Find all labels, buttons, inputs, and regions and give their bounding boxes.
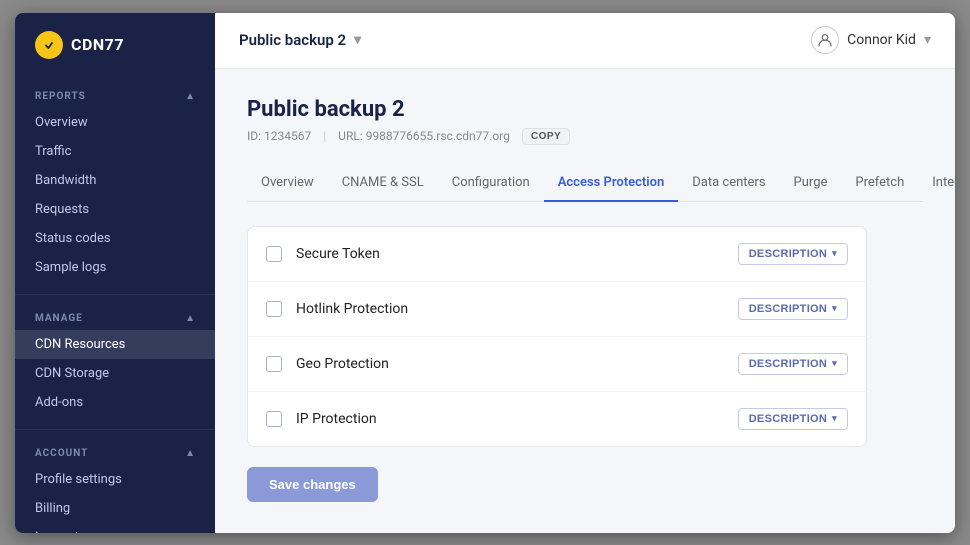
main-content: Public backup 2 ▾ Connor Kid ▾ Publ <box>215 13 955 533</box>
user-name: Connor Kid <box>847 32 916 48</box>
resource-meta: ID: 1234567 | URL: 9988776655.rsc.cdn77.… <box>247 128 923 145</box>
user-chevron-icon: ▾ <box>924 32 931 48</box>
topbar-resource-selector[interactable]: Public backup 2 ▾ <box>239 31 361 49</box>
resource-id: ID: 1234567 <box>247 129 311 143</box>
protection-row-geo: Geo Protection DESCRIPTION ▾ <box>248 337 866 392</box>
reports-section-header[interactable]: Reports ▲ <box>15 91 215 108</box>
account-section: Account ▲ Profile settings Billing Log o… <box>15 434 215 533</box>
sidebar-logo[interactable]: CDN77 <box>15 13 215 77</box>
resource-url: URL: 9988776655.rsc.cdn77.org <box>338 129 510 143</box>
tab-data-centers[interactable]: Data centers <box>678 165 779 202</box>
logo-text: CDN77 <box>71 35 124 54</box>
tab-configuration[interactable]: Configuration <box>438 165 544 202</box>
bandwidth-label: Bandwidth <box>35 173 96 188</box>
sidebar-item-status-codes[interactable]: Status codes <box>15 224 215 253</box>
user-avatar-icon <box>811 26 839 54</box>
tab-prefetch[interactable]: Prefetch <box>841 165 918 202</box>
manage-section-title: Manage <box>35 313 83 324</box>
tab-purge[interactable]: Purge <box>780 165 842 202</box>
tab-integration[interactable]: Integration <box>918 165 955 202</box>
logout-icon: ↪ <box>83 531 92 533</box>
protection-row-secure-token: Secure Token DESCRIPTION ▾ <box>248 227 866 282</box>
manage-section: Manage ▲ CDN Resources CDN Storage Add-o… <box>15 299 215 425</box>
profile-settings-label: Profile settings <box>35 472 122 487</box>
sidebar-item-logout[interactable]: Log out ↪ <box>15 523 215 533</box>
topbar: Public backup 2 ▾ Connor Kid ▾ <box>215 13 955 69</box>
account-chevron-icon: ▲ <box>185 448 195 459</box>
protection-row-ip: IP Protection DESCRIPTION ▾ <box>248 392 866 446</box>
sidebar-item-cdn-storage[interactable]: CDN Storage <box>15 359 215 388</box>
ip-description-button[interactable]: DESCRIPTION ▾ <box>738 408 848 430</box>
sample-logs-label: Sample logs <box>35 260 106 275</box>
sidebar-divider-2 <box>15 429 215 430</box>
tab-access-protection[interactable]: Access Protection <box>544 165 679 202</box>
geo-protection-name: Geo Protection <box>296 356 738 372</box>
meta-separator-1: | <box>323 129 326 143</box>
hotlink-protection-checkbox[interactable] <box>266 301 282 317</box>
copy-url-button[interactable]: COPY <box>522 128 570 145</box>
protection-row-hotlink: Hotlink Protection DESCRIPTION ▾ <box>248 282 866 337</box>
topbar-resource-name: Public backup 2 <box>239 31 346 49</box>
page-tabs: Overview CNAME & SSL Configuration Acces… <box>247 165 923 202</box>
tab-cname-ssl[interactable]: CNAME & SSL <box>328 165 438 202</box>
reports-chevron-icon: ▲ <box>185 91 195 102</box>
sidebar-divider-1 <box>15 294 215 295</box>
topbar-user-menu[interactable]: Connor Kid ▾ <box>811 26 931 54</box>
save-changes-button[interactable]: Save changes <box>247 467 378 502</box>
account-section-title: Account <box>35 448 88 459</box>
addons-label: Add-ons <box>35 395 83 410</box>
hotlink-protection-name: Hotlink Protection <box>296 301 738 317</box>
sidebar-item-profile-settings[interactable]: Profile settings <box>15 465 215 494</box>
protection-list: Secure Token DESCRIPTION ▾ Hotlink Prote… <box>247 226 867 447</box>
reports-section: Reports ▲ Overview Traffic Bandwidth Req… <box>15 77 215 290</box>
topbar-chevron-icon: ▾ <box>354 32 361 48</box>
sidebar-item-addons[interactable]: Add-ons <box>15 388 215 417</box>
sidebar-item-cdn-resources[interactable]: CDN Resources <box>15 330 215 359</box>
ip-protection-checkbox[interactable] <box>266 411 282 427</box>
reports-section-title: Reports <box>35 91 86 102</box>
sidebar-item-billing[interactable]: Billing <box>15 494 215 523</box>
page-content: Public backup 2 ID: 1234567 | URL: 99887… <box>215 69 955 533</box>
cdn-resources-label: CDN Resources <box>35 337 125 352</box>
desc-chevron-icon-4: ▾ <box>832 413 837 424</box>
hotlink-description-button[interactable]: DESCRIPTION ▾ <box>738 298 848 320</box>
sidebar-item-traffic[interactable]: Traffic <box>15 137 215 166</box>
sidebar-item-requests[interactable]: Requests <box>15 195 215 224</box>
geo-description-button[interactable]: DESCRIPTION ▾ <box>738 353 848 375</box>
desc-chevron-icon-1: ▾ <box>832 248 837 259</box>
account-section-header[interactable]: Account ▲ <box>15 448 215 465</box>
sidebar-item-sample-logs[interactable]: Sample logs <box>15 253 215 282</box>
overview-label: Overview <box>35 115 88 130</box>
secure-token-name: Secure Token <box>296 246 738 262</box>
status-codes-label: Status codes <box>35 231 111 246</box>
tab-overview[interactable]: Overview <box>247 165 328 202</box>
logout-label: Log out <box>35 530 79 533</box>
secure-token-checkbox[interactable] <box>266 246 282 262</box>
page-title: Public backup 2 <box>247 97 923 122</box>
desc-chevron-icon-2: ▾ <box>832 303 837 314</box>
sidebar: CDN77 Reports ▲ Overview Traffic Bandwid… <box>15 13 215 533</box>
traffic-label: Traffic <box>35 144 71 159</box>
sidebar-item-bandwidth[interactable]: Bandwidth <box>15 166 215 195</box>
billing-label: Billing <box>35 501 70 516</box>
ip-protection-name: IP Protection <box>296 411 738 427</box>
sidebar-item-overview[interactable]: Overview <box>15 108 215 137</box>
secure-token-description-button[interactable]: DESCRIPTION ▾ <box>738 243 848 265</box>
requests-label: Requests <box>35 202 89 217</box>
manage-chevron-icon: ▲ <box>185 313 195 324</box>
manage-section-header[interactable]: Manage ▲ <box>15 313 215 330</box>
geo-protection-checkbox[interactable] <box>266 356 282 372</box>
logo-icon <box>35 31 63 59</box>
cdn-storage-label: CDN Storage <box>35 366 109 381</box>
desc-chevron-icon-3: ▾ <box>832 358 837 369</box>
